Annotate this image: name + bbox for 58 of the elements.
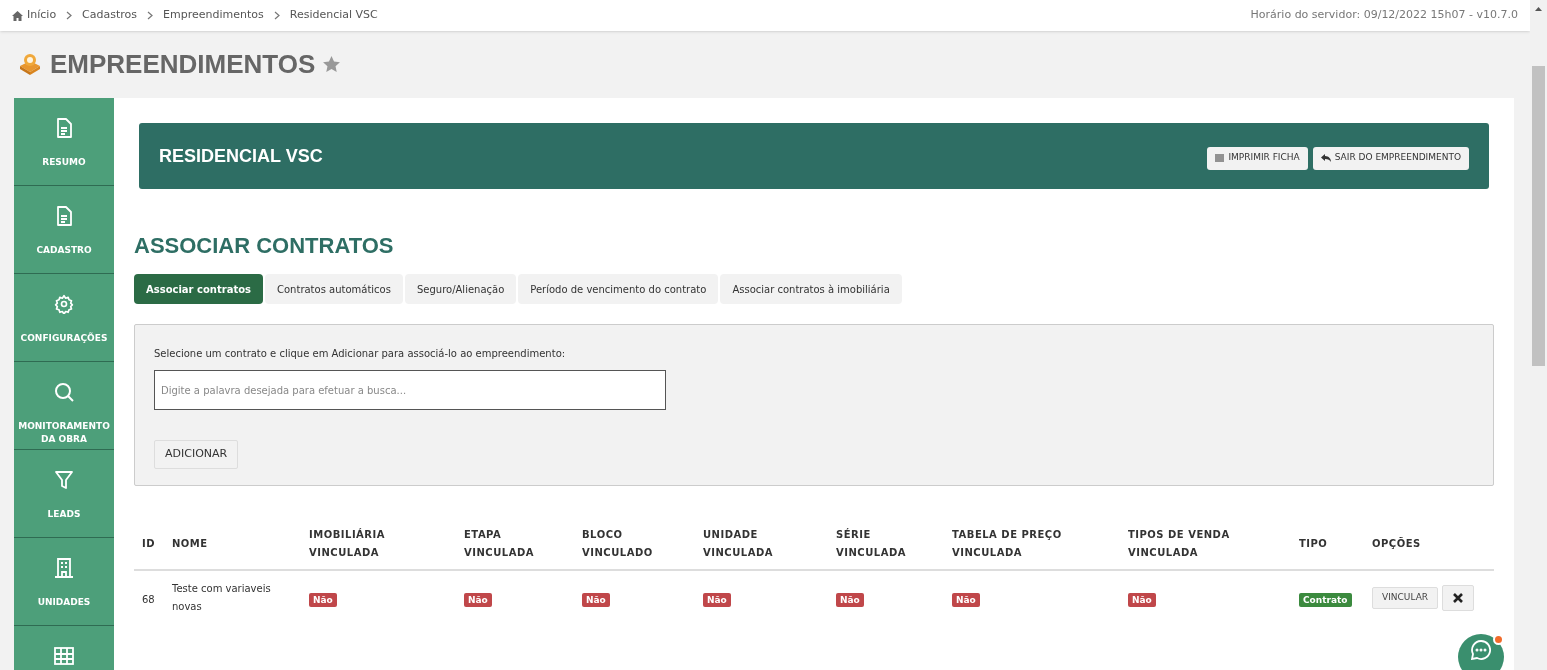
breadcrumb-link[interactable]: Residencial VSC (289, 7, 378, 24)
star-icon (323, 56, 341, 72)
status-badge: Não (309, 592, 337, 607)
document-icon (55, 118, 73, 138)
column-header: NOME (172, 537, 208, 551)
link-button[interactable]: VINCULAR (1372, 586, 1439, 609)
search-field[interactable]: Digite a palavra desejada para efetuar a busca... (154, 370, 666, 410)
column-header: TIPOS DE VENDA VINCULADA (1128, 528, 1231, 560)
table-cell-text: Teste com variaveis novas (172, 581, 272, 614)
tab[interactable]: Associar contratos (134, 274, 263, 304)
add-button[interactable]: ADICIONAR (154, 440, 239, 469)
status-badge: Não (464, 592, 492, 607)
column-header: OPÇÕES (1372, 536, 1421, 551)
tab[interactable]: Contratos automáticos (265, 274, 403, 304)
header-title: RESIDENCIAL VSC (159, 144, 323, 168)
home-icon (12, 10, 23, 21)
status-badge: Não (1128, 592, 1156, 607)
header-button[interactable]: IMPRIMIR FICHA (1207, 146, 1308, 170)
column-header: UNIDADE VINCULADA (703, 528, 774, 560)
reply-arrow-icon (1320, 154, 1331, 162)
chevron-right-icon (273, 11, 280, 20)
column-header: BLOCO VINCULADO (582, 528, 654, 560)
scroll-up-icon (1535, 7, 1542, 11)
tab[interactable]: Seguro/Alienação (404, 274, 517, 304)
column-header: ETAPA VINCULADA (464, 528, 535, 560)
logo-icon (18, 52, 42, 76)
header-button[interactable]: SAIR DO EMPREENDIMENTO (1312, 146, 1469, 170)
tab[interactable]: Associar contratos à imobiliária (720, 274, 902, 304)
chevron-right-icon (147, 11, 154, 20)
tab[interactable]: Período de vencimento do contrato (518, 274, 719, 304)
column-header: ID (142, 537, 156, 551)
instruction-text: Selecione um contrato e clique em Adicionar para associá-lo ao empreendimento: (154, 347, 566, 361)
building-icon (54, 558, 74, 578)
page-title: EMPREENDIMENTOS (50, 47, 316, 81)
filter-icon (54, 470, 74, 490)
status-badge: Não (582, 592, 610, 607)
delete-button[interactable] (1442, 584, 1475, 611)
status-badge: Contrato (1299, 592, 1352, 607)
close-icon (1453, 592, 1464, 603)
table-cell: 68 (142, 593, 155, 605)
column-header: TIPO (1299, 537, 1328, 551)
breadcrumb-link[interactable]: Início (12, 7, 57, 24)
server-time: Horário do servidor: 09/12/2022 15h07 - v10.7.0 (1250, 7, 1518, 24)
column-header: IMOBILIÁRIA VINCULADA (309, 527, 386, 560)
chevron-right-icon (66, 11, 73, 20)
status-badge: Não (836, 592, 864, 607)
grid-icon (54, 646, 74, 666)
document-icon (55, 206, 73, 226)
section-title: ASSOCIAR CONTRATOS (134, 232, 394, 260)
search-icon (54, 382, 74, 402)
status-badge: Não (703, 592, 731, 607)
breadcrumb-link[interactable]: Empreendimentos (163, 7, 264, 24)
gear-icon (54, 294, 74, 314)
breadcrumb-link[interactable]: Cadastros (82, 7, 138, 24)
chat-bubble-icon (1471, 640, 1491, 660)
column-header: SÉRIE VINCULADA (836, 527, 907, 560)
column-header: TABELA DE PREÇO VINCULADA (952, 528, 1063, 560)
status-badge: Não (952, 592, 980, 607)
